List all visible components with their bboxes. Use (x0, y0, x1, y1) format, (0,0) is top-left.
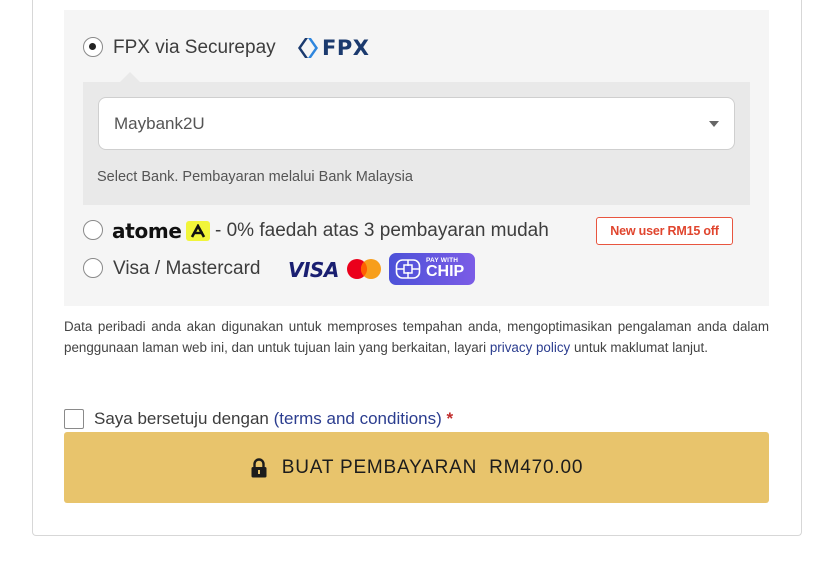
terms-link[interactable]: terms and conditions (279, 409, 436, 428)
chip-big-text: CHIP (426, 263, 465, 281)
privacy-policy-link[interactable]: privacy policy (490, 340, 570, 355)
chevron-down-icon (709, 121, 719, 127)
promo-text: New user RM15 off (610, 224, 719, 238)
atome-radio[interactable] (83, 220, 103, 240)
promo-badge: New user RM15 off (596, 217, 733, 245)
lock-icon (251, 457, 267, 477)
atome-a-icon (185, 221, 210, 241)
terms-prefix: Saya bersetuju dengan (94, 409, 269, 428)
chip-card-icon (395, 259, 421, 279)
pay-button[interactable]: BUAT PEMBAYARAN RM470.00 (64, 432, 769, 503)
terms-close: ) (436, 409, 442, 428)
atome-description[interactable]: - 0% faedah atas 3 pembayaran mudah (215, 220, 549, 242)
fpx-logo-text: FPX (322, 36, 370, 60)
card-label[interactable]: Visa / Mastercard (113, 258, 260, 280)
bank-help-text: Select Bank. Pembayaran melalui Bank Mal… (97, 169, 413, 185)
atome-logo: atome (112, 219, 210, 243)
privacy-after: untuk maklumat lanjut. (573, 339, 708, 355)
fpx-label[interactable]: FPX via Securepay (113, 37, 276, 59)
atome-logo-text: atome (112, 219, 182, 243)
visa-logo: VISA (288, 258, 339, 282)
terms-checkbox[interactable] (64, 409, 84, 429)
fpx-chevrons-icon (298, 38, 318, 58)
card-radio[interactable] (83, 258, 103, 278)
mastercard-icon (347, 259, 381, 279)
terms-label: Saya bersetuju dengan (terms and conditi… (94, 409, 453, 429)
privacy-notice: Data peribadi anda akan digunakan untuk … (64, 317, 769, 358)
bank-select[interactable]: Maybank2U (98, 97, 735, 150)
pay-button-label: BUAT PEMBAYARAN (281, 456, 478, 478)
chip-badge: PAY WITH CHIP (389, 253, 475, 285)
pay-button-amount: RM470.00 (489, 456, 584, 478)
bank-select-value: Maybank2U (114, 114, 205, 133)
required-asterisk: * (446, 409, 454, 428)
fpx-logo: FPX (297, 36, 369, 60)
fpx-radio[interactable] (83, 37, 103, 57)
